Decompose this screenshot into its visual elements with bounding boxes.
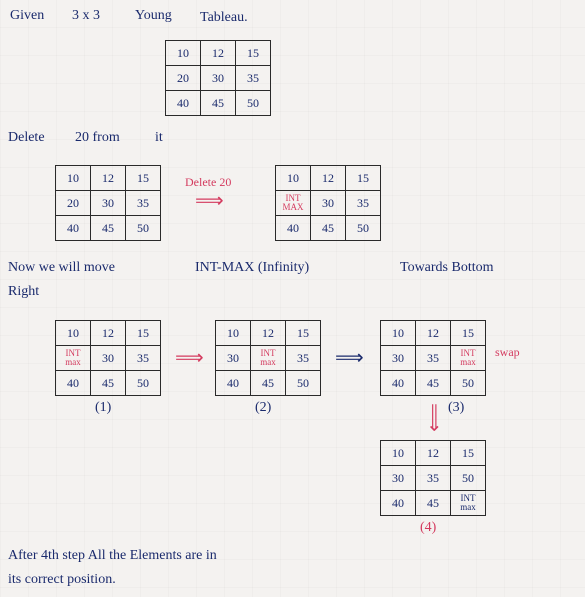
word-tableau: Tableau. [200, 10, 248, 26]
tableau-step-1: 101215 INT max3035 404550 [55, 320, 161, 396]
note-a: Now we will move [8, 260, 115, 276]
word-it: it [155, 130, 163, 146]
label-step-1: (1) [95, 400, 111, 416]
note-d: Right [8, 284, 39, 300]
label-step-3: (3) [448, 400, 464, 416]
tableau-step-4: 101215 303550 4045INT max [380, 440, 486, 516]
label-step-4: (4) [420, 520, 436, 536]
tableau-given: 101215 203035 404550 [165, 40, 271, 116]
word-given: Given [10, 8, 44, 24]
word-3x3: 3 x 3 [72, 8, 100, 24]
conclusion-line-1: After 4th step All the Elements are in [8, 548, 217, 564]
arrow-step-2-icon: ⟹ [335, 345, 364, 370]
arrow-delete-icon: ⟹ [195, 188, 224, 213]
arrow-step-1-icon: ⟹ [175, 345, 204, 370]
label-swap: swap [495, 345, 520, 360]
tableau-step-2: 101215 30INT max35 404550 [215, 320, 321, 396]
tableau-before-delete: 101215 203035 404550 [55, 165, 161, 241]
label-step-2: (2) [255, 400, 271, 416]
word-young: Young [135, 8, 172, 24]
tableau-after-delete: 101215 INT MAX3035 404550 [275, 165, 381, 241]
conclusion-line-2: its correct position. [8, 572, 116, 588]
word-20from: 20 from [75, 130, 120, 146]
word-delete: Delete [8, 130, 45, 146]
note-b: INT-MAX (Infinity) [195, 260, 309, 276]
arrow-step-3-icon: ⟹ [422, 403, 447, 432]
note-c: Towards Bottom [400, 260, 494, 276]
tableau-step-3: 101215 3035INT max 404550 [380, 320, 486, 396]
